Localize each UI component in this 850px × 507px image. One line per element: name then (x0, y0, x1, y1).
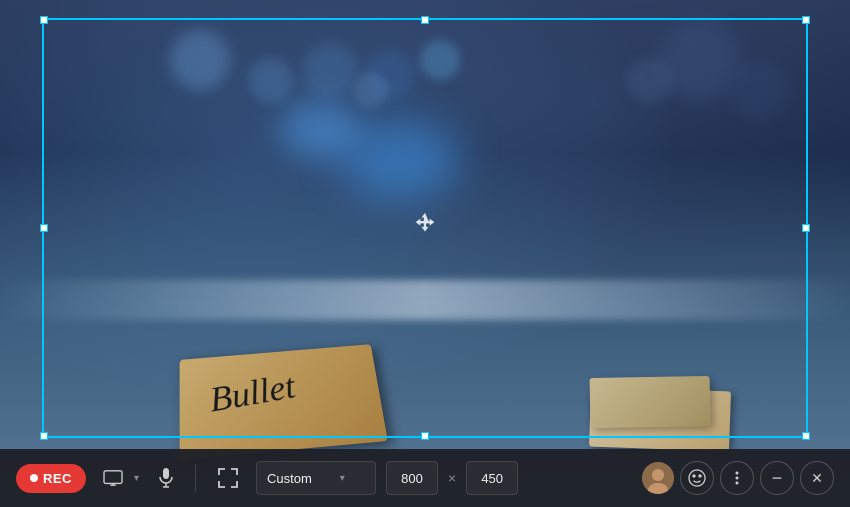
close-button[interactable]: ✕ (800, 461, 834, 495)
rec-dot (30, 474, 38, 482)
dimension-separator: × (448, 470, 456, 486)
mic-button[interactable] (151, 463, 181, 493)
handle-top-mid[interactable] (421, 16, 429, 24)
handle-bottom-left[interactable] (40, 432, 48, 440)
expand-button[interactable] (210, 460, 246, 496)
divider-1 (195, 464, 196, 492)
handle-mid-left[interactable] (40, 224, 48, 232)
emoji-button[interactable] (680, 461, 714, 495)
rec-button[interactable]: REC (16, 464, 86, 493)
capture-selection[interactable] (42, 18, 808, 438)
close-icon: ✕ (811, 470, 823, 487)
resolution-dropdown[interactable]: Custom ▾ (256, 461, 376, 495)
screen-button[interactable] (96, 465, 130, 491)
toolbar: REC ▾ Cus (0, 449, 850, 507)
minus-icon: − (772, 469, 783, 487)
right-icons: − ✕ (642, 461, 834, 495)
screen-icon-group: ▾ (96, 465, 141, 491)
user-avatar[interactable] (642, 462, 674, 494)
handle-bottom-mid[interactable] (421, 432, 429, 440)
handle-top-left[interactable] (40, 16, 48, 24)
move-cursor-icon (411, 211, 439, 246)
chevron-down-icon: ▾ (134, 473, 139, 484)
dropdown-arrow-icon: ▾ (340, 473, 345, 484)
screen-dropdown-arrow[interactable]: ▾ (132, 469, 141, 488)
more-options-button[interactable] (720, 461, 754, 495)
handle-bottom-right[interactable] (802, 432, 810, 440)
dropdown-label: Custom (267, 471, 312, 486)
rec-label: REC (43, 471, 72, 486)
height-input[interactable] (466, 461, 518, 495)
handle-top-right[interactable] (802, 16, 810, 24)
minimize-button[interactable]: − (760, 461, 794, 495)
handle-mid-right[interactable] (802, 224, 810, 232)
width-input[interactable] (386, 461, 438, 495)
